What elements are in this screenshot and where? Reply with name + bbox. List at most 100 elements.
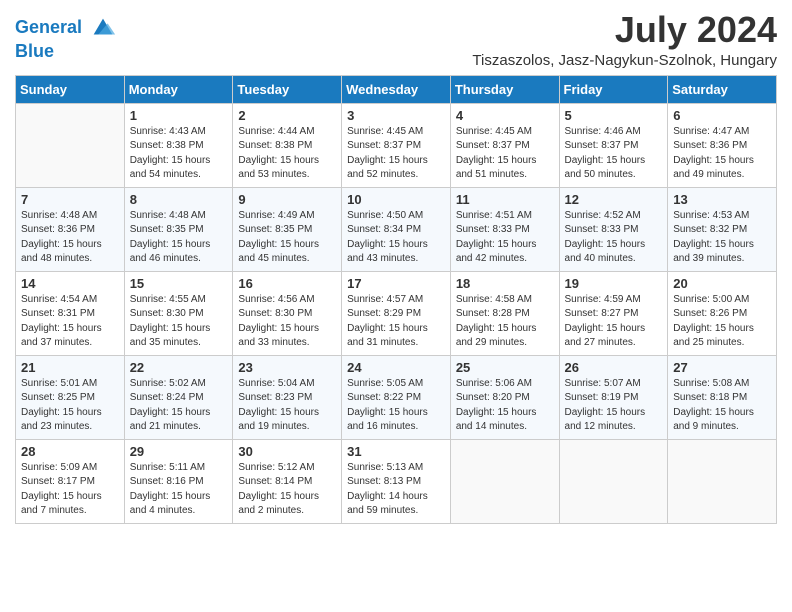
calendar-cell: 11 Sunrise: 4:51 AM Sunset: 8:33 PM Dayli… xyxy=(450,187,559,271)
calendar-cell: 12 Sunrise: 4:52 AM Sunset: 8:33 PM Dayli… xyxy=(559,187,668,271)
calendar-cell: 18Sunrise: 4:58 AM Sunset: 8:28 PM Dayli… xyxy=(450,271,559,355)
col-header-saturday: Saturday xyxy=(668,75,777,103)
calendar-cell: 29 Sunrise: 5:11 AM Sunset: 8:16 PM Dayli… xyxy=(124,439,233,523)
day-number: 28 xyxy=(21,444,119,459)
day-info: Sunrise: 4:47 AM Sunset: 8:36 PM Dayligh… xyxy=(673,125,771,183)
calendar-cell: 7Sunrise: 4:48 AM Sunset: 8:36 PM Daylig… xyxy=(16,187,125,271)
day-info: Sunrise: 4:43 AM Sunset: 8:38 PM Dayligh… xyxy=(130,125,228,183)
col-header-monday: Monday xyxy=(124,75,233,103)
calendar-cell xyxy=(450,439,559,523)
calendar-cell: 22 Sunrise: 5:02 AM Sunset: 8:24 PM Dayli… xyxy=(124,355,233,439)
day-info: Sunrise: 4:58 AM Sunset: 8:28 PM Dayligh… xyxy=(456,293,554,351)
col-header-friday: Friday xyxy=(559,75,668,103)
day-number: 30 xyxy=(238,444,336,459)
calendar-cell: 24Sunrise: 5:05 AM Sunset: 8:22 PM Dayli… xyxy=(342,355,451,439)
day-info: Sunrise: 5:09 AM Sunset: 8:17 PM Dayligh… xyxy=(21,461,119,519)
day-number: 20 xyxy=(673,276,771,291)
calendar-cell xyxy=(668,439,777,523)
day-number: 11 xyxy=(456,192,554,207)
calendar-cell: 30 Sunrise: 5:12 AM Sunset: 8:14 PM Dayli… xyxy=(233,439,342,523)
calendar-cell: 4 Sunrise: 4:45 AM Sunset: 8:37 PM Daylig… xyxy=(450,103,559,187)
location-title: Tiszaszolos, Jasz-Nagykun-Szolnok, Hunga… xyxy=(472,52,777,69)
day-info: Sunrise: 5:13 AM Sunset: 8:13 PM Dayligh… xyxy=(347,461,445,519)
day-info: Sunrise: 4:54 AM Sunset: 8:31 PM Dayligh… xyxy=(21,293,119,351)
day-number: 19 xyxy=(565,276,663,291)
day-number: 10 xyxy=(347,192,445,207)
day-number: 23 xyxy=(238,360,336,375)
calendar-cell xyxy=(16,103,125,187)
day-info: Sunrise: 4:59 AM Sunset: 8:27 PM Dayligh… xyxy=(565,293,663,351)
day-number: 16 xyxy=(238,276,336,291)
day-info: Sunrise: 4:46 AM Sunset: 8:37 PM Dayligh… xyxy=(565,125,663,183)
day-info: Sunrise: 5:11 AM Sunset: 8:16 PM Dayligh… xyxy=(130,461,228,519)
calendar-header-row: SundayMondayTuesdayWednesdayThursdayFrid… xyxy=(16,75,777,103)
logo: General Blue xyxy=(15,14,117,62)
day-number: 21 xyxy=(21,360,119,375)
calendar-cell: 2Sunrise: 4:44 AM Sunset: 8:38 PM Daylig… xyxy=(233,103,342,187)
col-header-wednesday: Wednesday xyxy=(342,75,451,103)
day-number: 22 xyxy=(130,360,228,375)
day-info: Sunrise: 4:50 AM Sunset: 8:34 PM Dayligh… xyxy=(347,209,445,267)
day-info: Sunrise: 4:57 AM Sunset: 8:29 PM Dayligh… xyxy=(347,293,445,351)
calendar-cell: 13 Sunrise: 4:53 AM Sunset: 8:32 PM Dayli… xyxy=(668,187,777,271)
col-header-tuesday: Tuesday xyxy=(233,75,342,103)
day-number: 31 xyxy=(347,444,445,459)
day-number: 26 xyxy=(565,360,663,375)
month-title: July 2024 xyxy=(472,10,777,50)
calendar-cell: 31 Sunrise: 5:13 AM Sunset: 8:13 PM Dayli… xyxy=(342,439,451,523)
day-number: 25 xyxy=(456,360,554,375)
day-info: Sunrise: 4:51 AM Sunset: 8:33 PM Dayligh… xyxy=(456,209,554,267)
calendar-cell: 19 Sunrise: 4:59 AM Sunset: 8:27 PM Dayli… xyxy=(559,271,668,355)
day-number: 8 xyxy=(130,192,228,207)
day-info: Sunrise: 4:48 AM Sunset: 8:35 PM Dayligh… xyxy=(130,209,228,267)
day-info: Sunrise: 4:45 AM Sunset: 8:37 PM Dayligh… xyxy=(456,125,554,183)
day-info: Sunrise: 4:44 AM Sunset: 8:38 PM Dayligh… xyxy=(238,125,336,183)
day-info: Sunrise: 4:56 AM Sunset: 8:30 PM Dayligh… xyxy=(238,293,336,351)
calendar-cell: 6 Sunrise: 4:47 AM Sunset: 8:36 PM Daylig… xyxy=(668,103,777,187)
day-number: 15 xyxy=(130,276,228,291)
calendar-cell: 3Sunrise: 4:45 AM Sunset: 8:37 PM Daylig… xyxy=(342,103,451,187)
calendar-cell: 21 Sunrise: 5:01 AM Sunset: 8:25 PM Dayli… xyxy=(16,355,125,439)
calendar-cell: 16 Sunrise: 4:56 AM Sunset: 8:30 PM Dayli… xyxy=(233,271,342,355)
day-info: Sunrise: 5:02 AM Sunset: 8:24 PM Dayligh… xyxy=(130,377,228,435)
calendar-week-1: 1 Sunrise: 4:43 AM Sunset: 8:38 PM Daylig… xyxy=(16,103,777,187)
day-info: Sunrise: 5:12 AM Sunset: 8:14 PM Dayligh… xyxy=(238,461,336,519)
calendar-cell xyxy=(559,439,668,523)
day-number: 6 xyxy=(673,108,771,123)
day-info: Sunrise: 5:00 AM Sunset: 8:26 PM Dayligh… xyxy=(673,293,771,351)
day-info: Sunrise: 5:06 AM Sunset: 8:20 PM Dayligh… xyxy=(456,377,554,435)
day-number: 12 xyxy=(565,192,663,207)
calendar-table: SundayMondayTuesdayWednesdayThursdayFrid… xyxy=(15,75,777,524)
page-header: General Blue July 2024 Tiszaszolos, Jasz… xyxy=(15,10,777,69)
calendar-cell: 28 Sunrise: 5:09 AM Sunset: 8:17 PM Dayli… xyxy=(16,439,125,523)
calendar-cell: 27Sunrise: 5:08 AM Sunset: 8:18 PM Dayli… xyxy=(668,355,777,439)
day-number: 4 xyxy=(456,108,554,123)
calendar-cell: 15 Sunrise: 4:55 AM Sunset: 8:30 PM Dayli… xyxy=(124,271,233,355)
calendar-week-3: 14Sunrise: 4:54 AM Sunset: 8:31 PM Dayli… xyxy=(16,271,777,355)
day-number: 13 xyxy=(673,192,771,207)
day-number: 3 xyxy=(347,108,445,123)
calendar-cell: 1 Sunrise: 4:43 AM Sunset: 8:38 PM Daylig… xyxy=(124,103,233,187)
day-number: 7 xyxy=(21,192,119,207)
calendar-cell: 14Sunrise: 4:54 AM Sunset: 8:31 PM Dayli… xyxy=(16,271,125,355)
day-info: Sunrise: 5:08 AM Sunset: 8:18 PM Dayligh… xyxy=(673,377,771,435)
calendar-week-5: 28 Sunrise: 5:09 AM Sunset: 8:17 PM Dayli… xyxy=(16,439,777,523)
title-block: July 2024 Tiszaszolos, Jasz-Nagykun-Szol… xyxy=(472,10,777,69)
col-header-thursday: Thursday xyxy=(450,75,559,103)
calendar-week-2: 7Sunrise: 4:48 AM Sunset: 8:36 PM Daylig… xyxy=(16,187,777,271)
day-info: Sunrise: 5:01 AM Sunset: 8:25 PM Dayligh… xyxy=(21,377,119,435)
day-info: Sunrise: 4:53 AM Sunset: 8:32 PM Dayligh… xyxy=(673,209,771,267)
day-number: 29 xyxy=(130,444,228,459)
day-info: Sunrise: 4:55 AM Sunset: 8:30 PM Dayligh… xyxy=(130,293,228,351)
calendar-cell: 25 Sunrise: 5:06 AM Sunset: 8:20 PM Dayli… xyxy=(450,355,559,439)
calendar-cell: 9Sunrise: 4:49 AM Sunset: 8:35 PM Daylig… xyxy=(233,187,342,271)
day-number: 24 xyxy=(347,360,445,375)
calendar-cell: 20 Sunrise: 5:00 AM Sunset: 8:26 PM Dayli… xyxy=(668,271,777,355)
day-number: 9 xyxy=(238,192,336,207)
day-info: Sunrise: 5:07 AM Sunset: 8:19 PM Dayligh… xyxy=(565,377,663,435)
logo-text: General xyxy=(15,14,117,42)
day-number: 1 xyxy=(130,108,228,123)
logo-general: General xyxy=(15,17,82,37)
calendar-cell: 26 Sunrise: 5:07 AM Sunset: 8:19 PM Dayli… xyxy=(559,355,668,439)
day-info: Sunrise: 4:52 AM Sunset: 8:33 PM Dayligh… xyxy=(565,209,663,267)
